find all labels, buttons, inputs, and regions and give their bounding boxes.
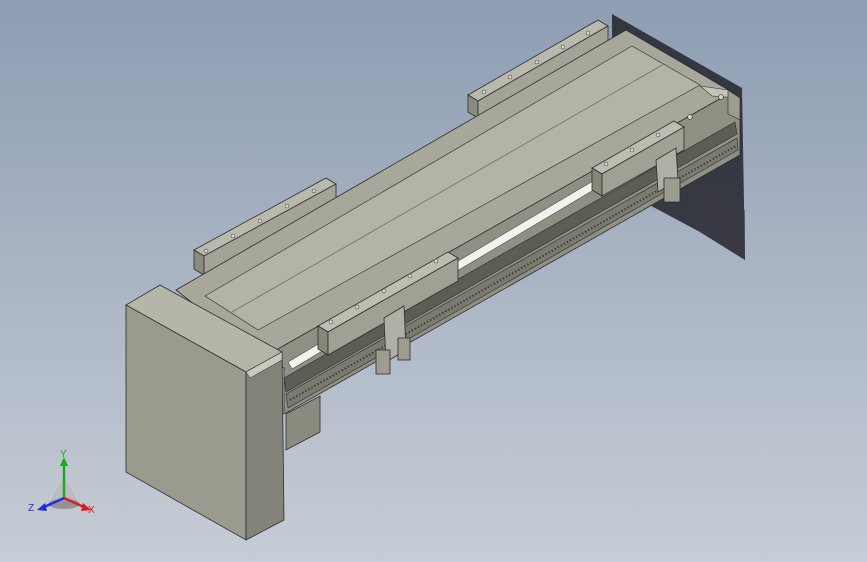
x-axis-label: X xyxy=(88,505,95,516)
end-cap-screw-2 xyxy=(687,114,693,120)
z-axis-label: Z xyxy=(28,503,35,514)
orientation-triad[interactable]: Y X Z xyxy=(26,448,106,528)
carriage-left-hole-5 xyxy=(433,258,439,264)
carriage-right-hole-3 xyxy=(655,132,661,138)
strip-left-hole-1 xyxy=(203,248,209,254)
strip-right-hole-1 xyxy=(481,89,487,95)
strip-left-hole-4 xyxy=(284,203,290,209)
carriage-right-hole-1 xyxy=(603,161,609,167)
sensor-left-block-2 xyxy=(397,337,411,361)
strip-right-hole-4 xyxy=(560,44,566,50)
end-cap-screw-1 xyxy=(718,94,724,100)
z-axis-arrowhead xyxy=(37,503,47,511)
strip-left-hole-3 xyxy=(257,218,263,224)
strip-left-hole-2 xyxy=(230,233,236,239)
linear-module-model[interactable] xyxy=(0,0,867,562)
triad-graphic xyxy=(37,457,91,511)
sensor-right-block xyxy=(663,177,681,203)
carriage-left-hole-3 xyxy=(381,288,387,294)
strip-right-hole-3 xyxy=(534,59,540,65)
sensor-left-block xyxy=(375,349,391,375)
y-axis-label: Y xyxy=(60,449,67,460)
carriage-left-hole-4 xyxy=(407,273,413,279)
carriage-right-hole-2 xyxy=(629,147,635,153)
carriage-left-hole-1 xyxy=(328,319,334,325)
carriage-left-hole-2 xyxy=(354,304,360,310)
end-plate-side xyxy=(245,351,285,541)
strip-left-hole-5 xyxy=(311,188,317,194)
strip-right-hole-5 xyxy=(585,30,591,36)
strip-right-hole-2 xyxy=(507,74,513,80)
graphics-viewport[interactable]: Y X Z xyxy=(0,0,867,562)
